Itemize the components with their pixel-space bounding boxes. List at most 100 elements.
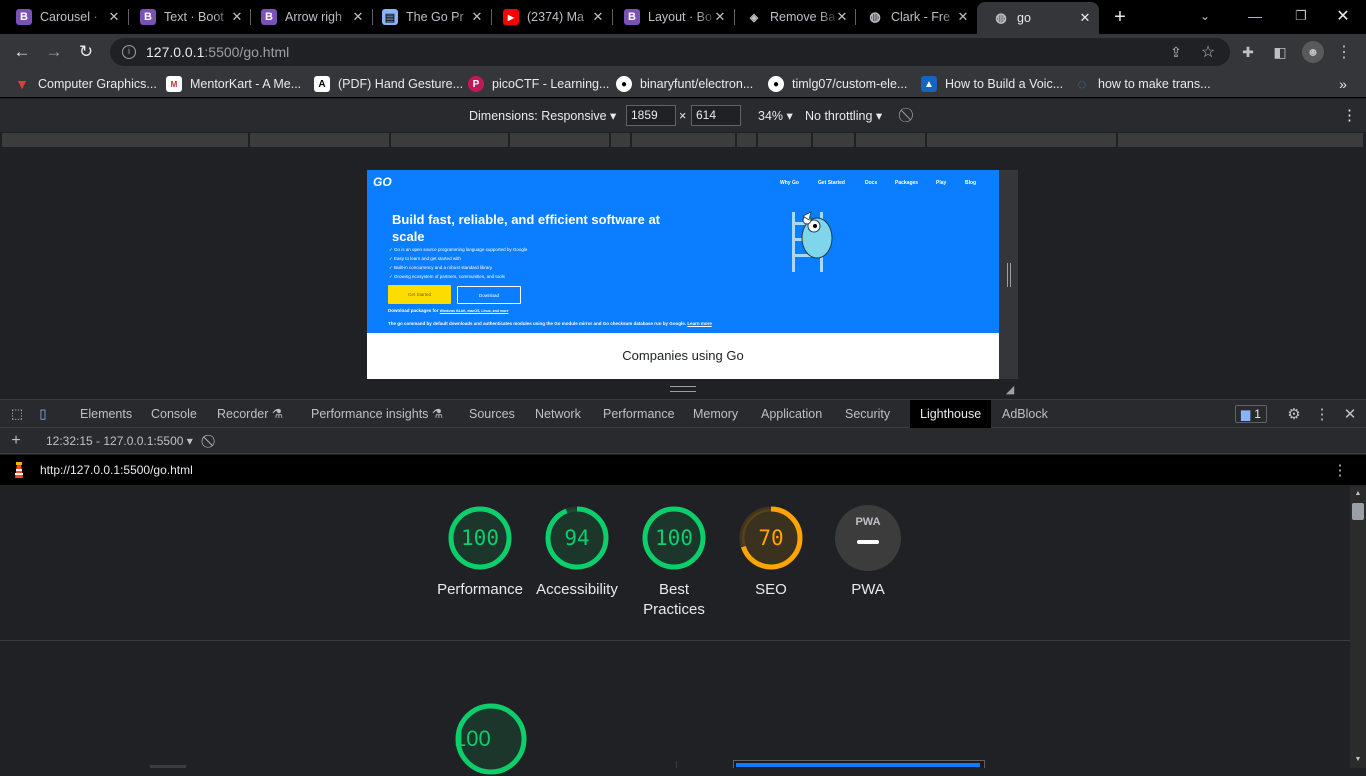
go-nav-link[interactable]: Docs — [865, 180, 877, 186]
side-panel-icon[interactable]: ◧ — [1270, 42, 1290, 62]
address-url[interactable]: 127.0.0.1:5500/go.html — [146, 44, 289, 60]
close-devtools-icon[interactable]: ✕ — [1340, 404, 1360, 424]
bookmark-item[interactable]: P picoCTF - Learning... — [468, 75, 609, 93]
devtools-tab-memory[interactable]: Memory — [693, 400, 738, 428]
close-tab-icon[interactable]: ✕ — [469, 9, 485, 25]
get-started-button[interactable]: Get Started — [388, 285, 451, 304]
ruler-segment[interactable] — [856, 133, 926, 147]
report-menu-icon[interactable]: ⋮ — [1332, 461, 1348, 479]
vertical-resize-handle[interactable] — [1007, 263, 1011, 287]
device-toggle-icon[interactable]: ▯ — [34, 405, 52, 423]
issues-badge[interactable]: ▆ 1 — [1235, 405, 1267, 423]
settings-gear-icon[interactable]: ⚙ — [1284, 404, 1304, 424]
browser-tab[interactable]: ▤ The Go Pr ✕ — [366, 0, 491, 34]
bookmark-item[interactable]: ● timlg07/custom-ele... — [768, 75, 907, 93]
go-nav-link[interactable]: Get Started — [818, 180, 845, 186]
inspect-element-icon[interactable]: ⬚ — [8, 405, 26, 423]
ruler-segment[interactable] — [737, 133, 757, 147]
performance-big-gauge[interactable]: 100 — [454, 702, 528, 776]
ruler-segment[interactable] — [1118, 133, 1364, 147]
score-label[interactable]: Accessibility — [522, 580, 632, 600]
horizontal-resize-handle[interactable] — [670, 386, 696, 392]
close-tab-icon[interactable]: ✕ — [955, 9, 971, 25]
browser-tab[interactable]: ▶ (2374) Ma ✕ — [487, 0, 612, 34]
go-nav-link[interactable]: Blog — [965, 180, 976, 186]
reload-icon[interactable]: ↻ — [72, 38, 100, 66]
zoom-select[interactable]: 34% ▾ — [758, 108, 793, 123]
score-gauge-performance[interactable]: 100 — [447, 505, 513, 571]
go-nav-link[interactable]: Play — [936, 180, 946, 186]
browser-tab[interactable]: B Arrow righ ✕ — [245, 0, 372, 34]
devtools-tab-console[interactable]: Console — [151, 400, 197, 428]
close-tab-icon[interactable]: ✕ — [712, 9, 728, 25]
page-frame[interactable]: GO Why Go Get Started Docs Packages Play… — [367, 170, 999, 379]
tab-search-icon[interactable]: ⌄ — [1194, 5, 1216, 27]
close-tab-icon[interactable]: ✕ — [834, 9, 850, 25]
new-report-plus-icon[interactable]: + — [8, 432, 24, 450]
devtools-tab-lighthouse[interactable]: Lighthouse — [910, 400, 992, 428]
close-window-button[interactable]: ✕ — [1320, 2, 1366, 30]
ruler-segment[interactable] — [250, 133, 390, 147]
score-gauge-best-practices[interactable]: 100 — [641, 505, 707, 571]
devtools-tab-recorder[interactable]: Recorder ⚗ — [217, 400, 283, 428]
more-bookmarks-icon[interactable]: » — [1334, 75, 1352, 93]
clear-all-icon[interactable]: ⃠ — [202, 432, 220, 450]
bookmark-item[interactable]: M MentorKart - A Me... — [166, 75, 301, 93]
ruler-segment[interactable] — [758, 133, 812, 147]
devtools-tab-performance-insights[interactable]: Performance insights ⚗ — [311, 400, 443, 428]
packages-links[interactable]: Windows 64-bit, macOS, Linux, and more — [440, 309, 509, 313]
address-bar[interactable]: i 127.0.0.1:5500/go.html — [110, 38, 1230, 66]
close-tab-icon[interactable]: ✕ — [590, 9, 606, 25]
ruler-segment[interactable] — [611, 133, 631, 147]
width-input[interactable]: 1859 — [626, 105, 676, 126]
browser-menu-icon[interactable]: ⋮ — [1334, 42, 1354, 62]
close-tab-icon[interactable]: ✕ — [350, 9, 366, 25]
extensions-puzzle-icon[interactable]: ✚ — [1238, 42, 1258, 62]
restore-button[interactable]: ❐ — [1278, 2, 1324, 30]
score-label[interactable]: Best Practices — [639, 580, 709, 620]
go-logo[interactable]: GO — [373, 175, 392, 189]
score-label[interactable]: PWA — [813, 580, 923, 600]
browser-tab[interactable]: ◍ Clark - Fre ✕ — [851, 0, 977, 34]
browser-tab[interactable]: B Layout · Bo ✕ — [608, 0, 734, 34]
report-selector[interactable]: 12:32:15 - 127.0.0.1:5500 ▾ — [46, 434, 193, 448]
ruler-segment[interactable] — [927, 133, 1117, 147]
score-label[interactable]: SEO — [716, 580, 826, 600]
close-tab-icon[interactable]: ✕ — [106, 9, 122, 25]
score-label[interactable]: Performance — [425, 580, 535, 600]
new-tab-button[interactable]: + — [1108, 5, 1132, 29]
site-info-icon[interactable]: i — [122, 45, 136, 59]
download-button[interactable]: Download — [457, 286, 521, 304]
bookmark-item[interactable]: ▲ How to Build a Voic... — [921, 75, 1063, 93]
devtools-tab-network[interactable]: Network — [535, 400, 581, 428]
devtools-tab-security[interactable]: Security — [845, 400, 890, 428]
bookmark-item[interactable]: ◌ how to make trans... — [1074, 75, 1211, 93]
devtools-tab-sources[interactable]: Sources — [469, 400, 515, 428]
devtools-tab-performance[interactable]: Performance — [603, 400, 675, 428]
forward-arrow-icon[interactable]: → — [40, 38, 68, 66]
report-scrollbar[interactable]: ▲ ▼ — [1350, 486, 1366, 768]
back-arrow-icon[interactable]: ← — [8, 38, 36, 66]
bookmark-item[interactable]: ▼ Computer Graphics... — [14, 75, 157, 93]
dimensions-select[interactable]: Dimensions: Responsive ▾ — [469, 108, 616, 123]
browser-tab[interactable]: B Text · Boot ✕ — [124, 0, 251, 34]
go-nav-link[interactable]: Packages — [895, 180, 918, 186]
ruler-segment[interactable] — [632, 133, 736, 147]
scroll-up-arrow-icon[interactable]: ▲ — [1353, 488, 1363, 498]
close-tab-icon[interactable]: ✕ — [229, 9, 245, 25]
devtools-tab-adblock[interactable]: AdBlock — [1002, 400, 1048, 428]
minimize-button[interactable]: — — [1232, 2, 1278, 30]
profile-avatar[interactable]: ☻ — [1302, 41, 1324, 63]
height-input[interactable]: 614 — [691, 105, 741, 126]
score-gauge-pwa[interactable]: PWA — [835, 505, 901, 571]
ruler-segment[interactable] — [391, 133, 509, 147]
learn-more-link[interactable]: Learn more — [687, 321, 712, 326]
scrollbar-thumb[interactable] — [1352, 503, 1364, 520]
bookmark-item[interactable]: ● binaryfunt/electron... — [616, 75, 753, 93]
scroll-down-arrow-icon[interactable]: ▼ — [1353, 754, 1363, 764]
browser-tab-active[interactable]: ◍ go ✕ — [977, 2, 1099, 34]
ruler-segment[interactable] — [813, 133, 855, 147]
report-url[interactable]: http://127.0.0.1:5500/go.html — [40, 463, 193, 477]
devtools-menu-icon[interactable]: ⋮ — [1314, 404, 1330, 424]
ruler-segment[interactable] — [510, 133, 610, 147]
